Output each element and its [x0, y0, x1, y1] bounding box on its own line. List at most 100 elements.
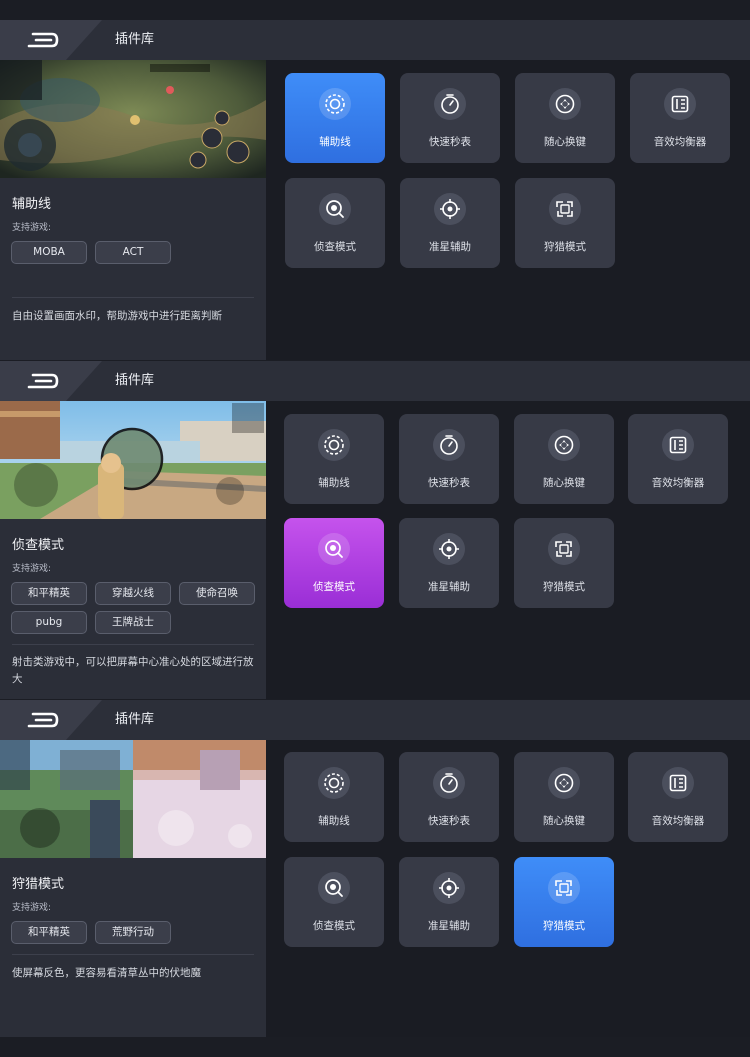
- plugin-label: 随心换键: [544, 136, 586, 148]
- game-tag[interactable]: 荒野行动: [95, 921, 171, 944]
- game-tag[interactable]: 王牌战士: [95, 611, 171, 634]
- plugin-label: 狩猎模式: [543, 920, 585, 932]
- plugin-panel-hunt: 插件库 狩猎模式 支持游戏: 和平精英 荒野行动 使屏幕反色，更容易看清草丛中的…: [0, 700, 750, 1037]
- plugin-label: 快速秒表: [428, 477, 470, 489]
- top-bar: 插件库: [0, 361, 750, 401]
- stopwatch-icon: [433, 767, 465, 799]
- crosshair-icon: [433, 533, 465, 565]
- guideline-icon: [318, 767, 350, 799]
- plugin-tile-keymap[interactable]: 随心换键: [514, 414, 614, 504]
- game-tag[interactable]: 和平精英: [11, 921, 87, 944]
- plugin-tile-scout[interactable]: 侦查模式: [284, 518, 384, 608]
- plugin-tile-keymap[interactable]: 随心换键: [514, 752, 614, 842]
- plugin-label: 音效均衡器: [651, 815, 705, 827]
- plugin-label: 狩猎模式: [544, 241, 586, 253]
- plugin-tile-scout[interactable]: 侦查模式: [285, 178, 385, 268]
- back-button[interactable]: [0, 20, 102, 60]
- scout-icon: [319, 193, 351, 225]
- keymap-icon: [549, 88, 581, 120]
- scout-icon: [318, 872, 350, 904]
- plugin-grid: 辅助线 快速秒表 随心换键 音效均衡器 侦查模式 准星辅助 狩猎模式: [266, 740, 750, 1037]
- page-title: 插件库: [115, 712, 155, 727]
- game-tag[interactable]: pubg: [11, 611, 87, 634]
- support-games-label: 支持游戏:: [12, 223, 52, 233]
- plugin-label: 准星辅助: [428, 920, 470, 932]
- detail-sidebar: 侦查模式 支持游戏: 和平精英 穿越火线 使命召唤 pubg 王牌战士 射击类游…: [0, 401, 266, 699]
- game-tag[interactable]: 和平精英: [11, 582, 87, 605]
- plugin-label: 侦查模式: [313, 581, 355, 593]
- plugin-label: 随心换键: [543, 477, 585, 489]
- plugin-description: 自由设置画面水印，帮助游戏中进行距离判断: [12, 310, 222, 322]
- plugin-title: 侦查模式: [12, 538, 65, 553]
- game-tag-list: MOBA ACT: [11, 241, 261, 264]
- plugin-label: 快速秒表: [429, 136, 471, 148]
- divider: [12, 644, 254, 645]
- page-title: 插件库: [115, 373, 155, 388]
- plugin-label: 音效均衡器: [653, 136, 707, 148]
- plugin-tile-stopwatch[interactable]: 快速秒表: [399, 752, 499, 842]
- plugin-tile-hunt[interactable]: 狩猎模式: [514, 857, 614, 947]
- crosshair-icon: [434, 193, 466, 225]
- divider: [12, 297, 254, 298]
- detail-sidebar: 辅助线 支持游戏: MOBA ACT 自由设置画面水印，帮助游戏中进行距离判断: [0, 60, 266, 360]
- top-bar: 插件库: [0, 20, 750, 60]
- plugin-tile-stopwatch[interactable]: 快速秒表: [399, 414, 499, 504]
- plugin-tile-crosshair[interactable]: 准星辅助: [399, 518, 499, 608]
- plugin-tile-guideline[interactable]: 辅助线: [285, 73, 385, 163]
- plugin-tile-equalizer[interactable]: 音效均衡器: [628, 752, 728, 842]
- plugin-label: 随心换键: [543, 815, 585, 827]
- hunt-icon: [548, 533, 580, 565]
- game-tag-list: 和平精英 穿越火线 使命召唤 pubg 王牌战士: [11, 582, 261, 634]
- preview-image-shooter: [0, 401, 266, 519]
- plugin-label: 辅助线: [318, 477, 350, 489]
- keymap-icon: [548, 767, 580, 799]
- plugin-panel-guideline: 插件库 辅助线 支持游戏: MOBA ACT 自由设置画面水印，帮助游戏中进行距…: [0, 20, 750, 360]
- page-title: 插件库: [115, 32, 155, 47]
- plugin-tile-hunt[interactable]: 狩猎模式: [514, 518, 614, 608]
- game-tag[interactable]: 穿越火线: [95, 582, 171, 605]
- plugin-tile-hunt[interactable]: 狩猎模式: [515, 178, 615, 268]
- plugin-label: 侦查模式: [314, 241, 356, 253]
- plugin-tile-keymap[interactable]: 随心换键: [515, 73, 615, 163]
- back-icon: [27, 712, 59, 728]
- support-games-label: 支持游戏:: [12, 903, 52, 913]
- divider: [12, 954, 254, 955]
- plugin-label: 辅助线: [318, 815, 350, 827]
- plugin-label: 准星辅助: [429, 241, 471, 253]
- plugin-description: 射击类游戏中，可以把屏幕中心准心处的区域进行放大: [12, 656, 254, 685]
- game-tag[interactable]: ACT: [95, 241, 171, 264]
- plugin-description: 使屏幕反色，更容易看清草丛中的伏地魔: [12, 967, 201, 979]
- game-tag[interactable]: 使命召唤: [179, 582, 255, 605]
- keymap-icon: [548, 429, 580, 461]
- stopwatch-icon: [434, 88, 466, 120]
- plugin-label: 侦查模式: [313, 920, 355, 932]
- plugin-tile-scout[interactable]: 侦查模式: [284, 857, 384, 947]
- back-button[interactable]: [0, 700, 102, 740]
- plugin-tile-equalizer[interactable]: 音效均衡器: [630, 73, 730, 163]
- support-games-label: 支持游戏:: [12, 564, 52, 574]
- game-tag[interactable]: MOBA: [11, 241, 87, 264]
- plugin-grid: 辅助线 快速秒表 随心换键 音效均衡器 侦查模式 准星辅助 狩猎模式: [266, 60, 750, 360]
- plugin-tile-equalizer[interactable]: 音效均衡器: [628, 414, 728, 504]
- scout-icon: [318, 533, 350, 565]
- plugin-tile-stopwatch[interactable]: 快速秒表: [400, 73, 500, 163]
- preview-image-hunt-compare: [0, 740, 266, 858]
- plugin-tile-crosshair[interactable]: 准星辅助: [400, 178, 500, 268]
- hunt-icon: [549, 193, 581, 225]
- preview-image-moba: [0, 60, 266, 178]
- back-icon: [27, 373, 59, 389]
- plugin-tile-guideline[interactable]: 辅助线: [284, 414, 384, 504]
- equalizer-icon: [664, 88, 696, 120]
- plugin-tile-guideline[interactable]: 辅助线: [284, 752, 384, 842]
- top-bar: 插件库: [0, 700, 750, 740]
- detail-sidebar: 狩猎模式 支持游戏: 和平精英 荒野行动 使屏幕反色，更容易看清草丛中的伏地魔: [0, 740, 266, 1037]
- back-button[interactable]: [0, 361, 102, 401]
- guideline-icon: [318, 429, 350, 461]
- game-tag-list: 和平精英 荒野行动: [11, 921, 261, 944]
- stopwatch-icon: [433, 429, 465, 461]
- plugin-label: 准星辅助: [428, 581, 470, 593]
- plugin-label: 音效均衡器: [651, 477, 705, 489]
- plugin-label: 狩猎模式: [543, 581, 585, 593]
- plugin-tile-crosshair[interactable]: 准星辅助: [399, 857, 499, 947]
- crosshair-icon: [433, 872, 465, 904]
